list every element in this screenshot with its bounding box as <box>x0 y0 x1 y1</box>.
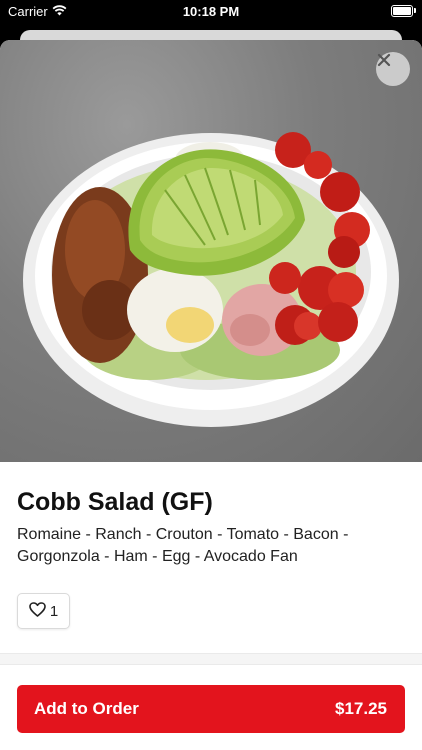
order-price: $17.25 <box>335 699 387 718</box>
close-button[interactable] <box>376 52 410 86</box>
add-to-order-button[interactable]: Add to Order $17.25 <box>17 685 405 733</box>
item-description: Romaine - Ranch - Crouton - Tomato - Bac… <box>17 526 349 565</box>
battery-icon <box>391 5 416 17</box>
item-title: Cobb Salad (GF) <box>17 488 213 516</box>
status-time: 10:18 PM <box>182 4 240 19</box>
like-count: 1 <box>49 602 59 620</box>
section-divider <box>0 653 422 665</box>
add-to-order-label: Add to Order <box>34 699 139 718</box>
like-button[interactable]: 1 <box>17 593 70 629</box>
heart-outline-icon <box>29 601 46 621</box>
status-bar: Carrier 10:18 PM <box>0 0 422 22</box>
item-detail-sheet: Cobb Salad (GF) Romaine - Ranch - Crouto… <box>0 40 422 750</box>
item-photo <box>0 40 422 462</box>
